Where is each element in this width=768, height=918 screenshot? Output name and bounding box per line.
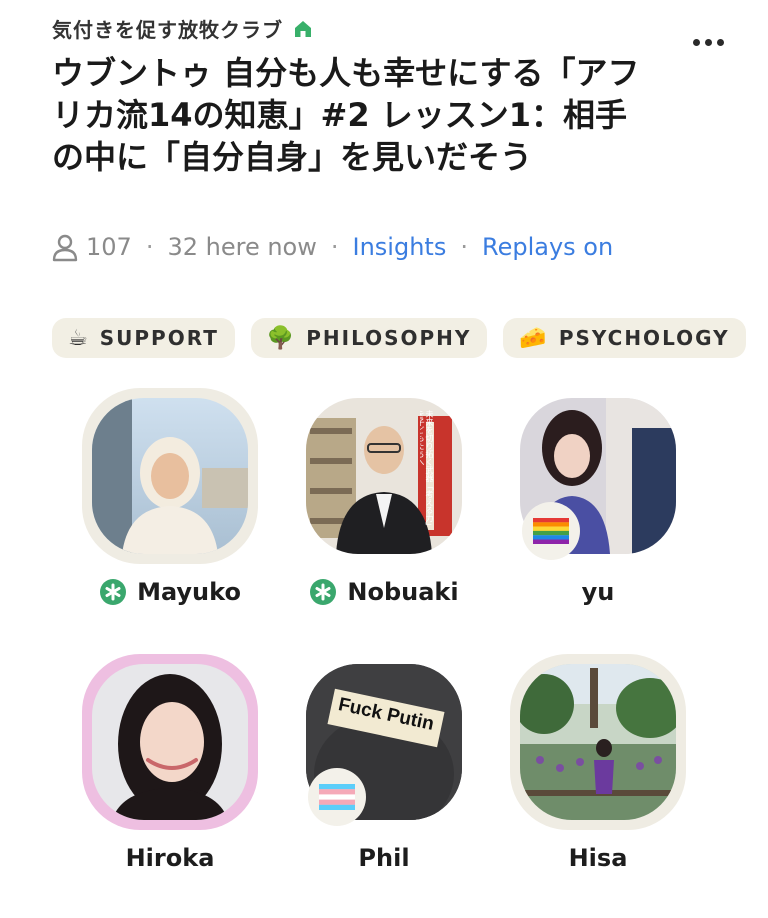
moderator-badge-icon (100, 579, 127, 605)
poster-text: 未来を切り拓く武器「考える力」を子どもたちへ (420, 410, 434, 530)
speaker-name[interactable]: Hisa (508, 844, 688, 872)
cheese-icon: 🧀 (519, 325, 549, 351)
rainbow-flag-icon (522, 502, 580, 560)
topic-label: SUPPORT (99, 326, 219, 350)
speaker-name-text: Hiroka (125, 844, 215, 872)
moderator-badge-icon (310, 579, 337, 605)
coffee-icon: ☕ (68, 325, 90, 351)
avatar[interactable] (296, 388, 472, 564)
speaker-name[interactable]: Mayuko (80, 578, 260, 606)
separator: · (145, 233, 154, 261)
more-dot-icon (704, 38, 712, 46)
separator: · (460, 233, 468, 261)
club-name[interactable]: 気付きを促す放牧クラブ (52, 14, 283, 43)
house-icon (293, 19, 313, 39)
replays-link[interactable]: Replays on (482, 233, 613, 261)
topic-chip-psychology[interactable]: 🧀 PSYCHOLOGY (503, 318, 746, 358)
speaker-name[interactable]: Phil (294, 844, 474, 872)
more-dot-icon (716, 38, 724, 46)
speaker-tile[interactable]: Nobuaki (294, 388, 474, 606)
speaker-name[interactable]: Hiroka (80, 844, 260, 872)
speaker-tile[interactable]: Mayuko (80, 388, 260, 606)
speaker-name-text: Phil (358, 844, 410, 872)
separator: · (330, 233, 339, 261)
speaker-name-text: yu (581, 578, 615, 606)
speaker-tile[interactable]: Hisa (508, 654, 688, 872)
speaker-name-text: Hisa (568, 844, 628, 872)
avatar-photo (520, 664, 676, 820)
speaker-tile[interactable]: Fuck Putin Phil (294, 654, 474, 872)
avatar[interactable] (82, 654, 258, 830)
person-icon (52, 234, 78, 262)
avatar[interactable]: Fuck Putin (296, 654, 472, 830)
tree-icon: 🌳 (266, 325, 297, 351)
club-header[interactable]: 気付きを促す放牧クラブ (52, 14, 313, 43)
listener-count: 107 (86, 233, 132, 261)
topic-label: PSYCHOLOGY (558, 326, 730, 350)
more-dot-icon (692, 38, 700, 46)
avatar-photo (306, 398, 462, 554)
more-options-button[interactable] (688, 30, 728, 54)
topic-chip-support[interactable]: ☕ SUPPORT (52, 318, 235, 358)
topic-label: PHILOSOPHY (306, 326, 472, 350)
avatar[interactable] (510, 654, 686, 830)
topic-chip-philosophy[interactable]: 🌳 PHILOSOPHY (250, 318, 488, 358)
room-title: ウブントゥ 自分も人も幸せにする「アフリカ流14の知恵」#2 レッスン1：相手の… (52, 54, 640, 176)
avatar-photo (92, 398, 248, 554)
speaker-tile[interactable]: Hiroka (80, 654, 260, 872)
avatar[interactable] (510, 388, 686, 564)
speaker-name[interactable]: yu (508, 578, 688, 606)
transgender-flag-icon (308, 768, 366, 826)
speaker-name-text: Nobuaki (347, 578, 459, 606)
speaker-name-text: Mayuko (137, 578, 241, 606)
topic-chips: ☕ SUPPORT 🌳 PHILOSOPHY 🧀 PSYCHOLOGY (52, 318, 768, 362)
speaker-tile[interactable]: yu (508, 388, 688, 606)
room-stats: 107 · 32 here now · Insights · Replays o… (50, 232, 613, 262)
avatar[interactable] (82, 388, 258, 564)
here-now-count: 32 here now (167, 233, 317, 261)
speaker-name[interactable]: Nobuaki (294, 578, 474, 606)
insights-link[interactable]: Insights (353, 233, 447, 261)
avatar-photo (92, 664, 248, 820)
